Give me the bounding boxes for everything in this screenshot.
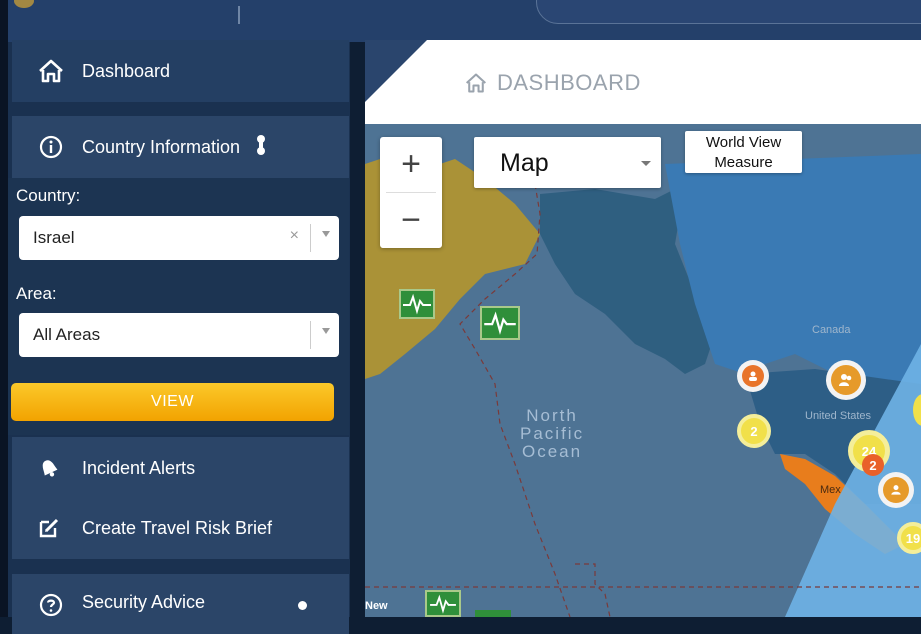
map-label-united-states: United States [805,410,872,422]
sidebar-item-label: Country Information [82,136,241,157]
cluster-marker[interactable]: 2 [862,454,884,476]
alert-pin-marker[interactable] [737,360,769,392]
sidebar-item-security-advice[interactable]: Security Advice [12,574,349,634]
cluster-marker[interactable]: 2 [737,414,771,448]
sidebar-item-label: Dashboard [82,60,171,81]
ocean-label-line: Ocean [521,442,583,461]
page-title: DASHBOARD [465,70,641,96]
top-search-pill[interactable] [536,0,921,24]
map-label-mexico: Mex [820,484,841,496]
select-divider [310,321,311,349]
pulse-icon [484,311,516,335]
window-frame [0,0,8,617]
cluster-marker[interactable]: 19 [897,522,921,554]
map-label-canada: Canada [812,324,851,336]
clear-icon[interactable]: × [290,227,299,245]
home-icon [38,58,64,84]
ocean-label-line: North [526,406,578,425]
measure-label: Measure [714,154,773,171]
map-type-select[interactable]: Map [474,137,661,188]
map-type-value: Map [500,149,549,177]
top-bar-separator [238,6,240,24]
view-button[interactable]: VIEW [11,383,334,421]
select-divider [310,224,311,252]
person-icon [883,477,909,503]
incident-marker[interactable] [475,610,511,617]
chevron-down-icon[interactable] [322,328,330,334]
zoom-out-button[interactable]: − [380,193,442,248]
map-canvas[interactable]: + − Map World View Measure North Pacific… [365,124,921,617]
ocean-label-line: Pacific [520,424,585,443]
info-icon [38,134,64,160]
zoom-control: + − [380,137,442,248]
incident-marker[interactable] [480,306,520,340]
top-bar [0,0,921,42]
chevron-down-icon[interactable] [322,231,330,237]
boundary-line-south [575,563,611,617]
sidebar-item-label: Create Travel Risk Brief [82,517,273,538]
person-pin-marker[interactable] [878,472,914,508]
dashboard-tab[interactable]: DASHBOARD [365,40,921,124]
status-dot [298,601,307,610]
sidebar-item-create-travel-risk-brief[interactable]: Create Travel Risk Brief [12,505,349,551]
expand-toggle-icon[interactable] [256,134,266,160]
bell-icon [36,455,62,481]
home-icon [465,72,487,94]
sidebar-item-label: Security Advice [82,592,206,612]
incident-marker[interactable] [425,590,461,617]
area-select[interactable]: All Areas [19,313,339,357]
main-panel: DASHBOARD + − Map World View Measure Nor… [365,40,921,617]
country-select[interactable]: Israel × [19,216,339,260]
alert-icon [742,365,764,387]
country-label: Country: [16,186,81,205]
sidebar-item-dashboard[interactable]: Dashboard [12,40,349,102]
ocean-label: North Pacific Ocean [520,407,584,461]
chevron-down-icon[interactable] [641,161,651,166]
country-select-value: Israel [33,228,75,247]
incident-marker[interactable] [399,289,435,319]
edit-icon [36,515,62,541]
map-label-new: New [365,600,388,612]
sidebar-item-country-information[interactable]: Country Information [12,116,349,178]
sidebar-item-incident-alerts[interactable]: Incident Alerts [12,445,349,491]
pulse-icon [430,594,456,614]
world-view-measure-button[interactable]: World View Measure [685,131,802,173]
area-select-value: All Areas [33,325,101,344]
sidebar-item-label: Incident Alerts [82,457,196,478]
app-logo [14,0,34,8]
person-pin-marker[interactable] [826,360,866,400]
person-icon [831,365,861,395]
pulse-icon [403,293,431,315]
tab-fold [365,40,427,102]
question-icon [38,592,64,618]
page-title-text: DASHBOARD [497,70,641,95]
alerts-group: Incident Alerts Create Travel Risk Brief [12,437,349,559]
area-label: Area: [16,284,57,303]
world-view-label: World View [705,134,782,151]
zoom-in-button[interactable]: + [380,137,442,192]
